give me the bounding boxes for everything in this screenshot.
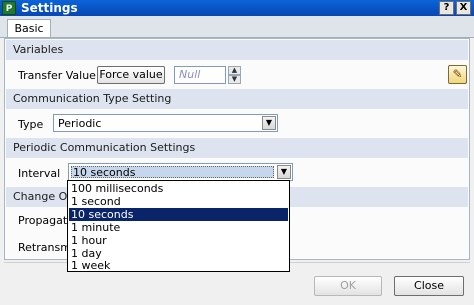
help-icon[interactable]: ? bbox=[439, 1, 454, 15]
interval-dropdown-list[interactable]: 100 milliseconds 1 second 10 seconds 1 m… bbox=[67, 180, 290, 272]
type-select[interactable]: Periodic ▼ bbox=[53, 114, 278, 132]
title-bar: P Settings ? X bbox=[0, 0, 474, 16]
dropdown-option[interactable]: 1 week bbox=[69, 259, 288, 272]
dropdown-option[interactable]: 100 milliseconds bbox=[69, 182, 288, 195]
tab-basic[interactable]: Basic bbox=[7, 19, 51, 37]
value-input[interactable]: Null bbox=[174, 66, 226, 84]
ok-button[interactable]: OK bbox=[314, 276, 382, 296]
close-button[interactable]: Close bbox=[394, 276, 464, 296]
dropdown-option[interactable]: 1 hour bbox=[69, 234, 288, 247]
dropdown-arrow-icon[interactable]: ▼ bbox=[277, 165, 291, 179]
close-icon[interactable]: X bbox=[456, 1, 471, 15]
dropdown-option[interactable]: 1 second bbox=[69, 195, 288, 208]
spin-down-icon[interactable]: ▼ bbox=[228, 75, 241, 84]
interval-label: Interval bbox=[18, 167, 61, 180]
dropdown-arrow-icon[interactable]: ▼ bbox=[262, 116, 276, 130]
transfer-value-label: Transfer Value bbox=[18, 69, 96, 82]
section-header-communication-type: Communication Type Setting bbox=[6, 89, 468, 109]
dropdown-option-selected[interactable]: 10 seconds bbox=[69, 208, 288, 221]
tab-strip: Basic bbox=[0, 16, 474, 38]
window-title: Settings bbox=[21, 1, 78, 15]
dropdown-option[interactable]: 1 minute bbox=[69, 221, 288, 234]
type-label: Type bbox=[18, 118, 44, 131]
force-value-button[interactable]: Force value bbox=[97, 66, 165, 84]
type-select-value: Periodic bbox=[58, 117, 102, 130]
edit-icon[interactable]: ✎ bbox=[448, 65, 467, 84]
section-header-variables: Variables bbox=[6, 40, 468, 60]
section-header-periodic: Periodic Communication Settings bbox=[6, 138, 468, 158]
spin-up-icon[interactable]: ▲ bbox=[228, 66, 241, 75]
interval-select-value: 10 seconds bbox=[73, 166, 136, 179]
app-icon: P bbox=[2, 1, 16, 15]
interval-select[interactable]: 10 seconds ▼ bbox=[68, 163, 293, 181]
